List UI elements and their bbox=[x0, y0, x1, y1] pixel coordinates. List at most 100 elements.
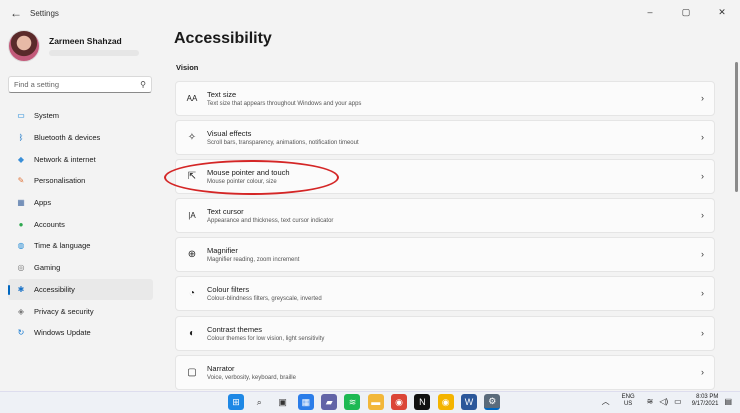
sidebar-item-windows-update[interactable]: ↻ Windows Update bbox=[8, 322, 153, 344]
back-arrow-icon[interactable]: ← bbox=[5, 2, 27, 24]
sidebar-item-bluetooth-devices[interactable]: ᛒ Bluetooth & devices bbox=[8, 127, 153, 149]
chevron-right-icon: › bbox=[701, 288, 704, 299]
region-code: US bbox=[623, 401, 633, 407]
sidebar-item-label: System bbox=[34, 111, 60, 121]
accessibility-icon: ✱ bbox=[17, 284, 25, 294]
setting-card-narrator[interactable]: ▢ Narrator Voice, verbosity, keyboard, bra… bbox=[175, 354, 715, 390]
user-profile[interactable]: Zarmeen Shahzad bbox=[8, 30, 139, 62]
sidebar-item-apps[interactable]: ▦ Apps bbox=[8, 192, 153, 214]
chrome-canary-icon[interactable]: ◉ bbox=[437, 394, 454, 410]
notification-icon[interactable]: ▤ bbox=[724, 397, 732, 406]
controller-icon: ◎ bbox=[17, 263, 25, 273]
start-icon[interactable]: ⊞ bbox=[228, 394, 244, 410]
card-title: Contrast themes bbox=[207, 324, 263, 334]
card-subtitle: Colour-blindness filters, greyscale, inv… bbox=[207, 296, 322, 303]
netflix-icon[interactable]: N bbox=[414, 394, 431, 410]
wifi-icon[interactable]: ≋ bbox=[647, 397, 654, 406]
sidebar-item-label: Personalisation bbox=[34, 176, 86, 186]
setting-card-visual-effects[interactable]: ✧ Visual effects Scroll bars, transparency… bbox=[175, 120, 715, 156]
close-icon[interactable]: ✕ bbox=[704, 0, 740, 24]
search-input[interactable] bbox=[14, 80, 141, 89]
sidebar-item-accessibility[interactable]: ✱ Accessibility bbox=[8, 278, 153, 301]
sidebar-item-time-language[interactable]: ◍ Time & language bbox=[8, 235, 153, 257]
sidebar-item-accounts[interactable]: ● Accounts bbox=[8, 213, 153, 235]
spotify-icon[interactable]: ≋ bbox=[344, 394, 361, 410]
clock[interactable]: 8:03 PM 9/17/2021 bbox=[692, 394, 719, 408]
chevron-up-icon[interactable]: ︿ bbox=[602, 396, 610, 407]
taskbar: ⊞ ⌕ ▣ ▦ ▰ ≋ ▬ ◉ N ◉ W ⚙ ︿ ENG US ≋ ◁) ▭ 8:03 PM 9/1… bbox=[0, 391, 740, 413]
setting-card-colour-filters[interactable]: ◔ Colour filters Colour-blindness filters,… bbox=[175, 276, 715, 312]
card-subtitle: Appearance and thickness, text cursor in… bbox=[207, 218, 334, 225]
chrome-icon[interactable]: ◉ bbox=[391, 394, 408, 410]
narrator-icon: ▢ bbox=[187, 366, 197, 378]
sidebar-item-privacy-security[interactable]: ◈ Privacy & security bbox=[8, 300, 153, 322]
setting-card-contrast-themes[interactable]: ◐ Contrast themes Colour themes for low vi… bbox=[175, 315, 715, 351]
language-code: ENG bbox=[621, 394, 635, 400]
avatar bbox=[8, 30, 40, 62]
sidebar-item-label: Network & internet bbox=[34, 154, 96, 164]
sidebar-item-label: Privacy & security bbox=[34, 306, 94, 316]
search-box[interactable]: ⚲ bbox=[8, 76, 152, 93]
update-icon: ↻ bbox=[17, 328, 25, 338]
chevron-right-icon: › bbox=[701, 132, 704, 143]
chevron-right-icon: › bbox=[701, 210, 704, 221]
card-subtitle: Voice, verbosity, keyboard, braille bbox=[207, 374, 296, 381]
setting-card-mouse-pointer-and-touch[interactable]: ⇱ Mouse pointer and touch Mouse pointer co… bbox=[175, 159, 715, 195]
card-title: Narrator bbox=[207, 363, 235, 373]
maximize-icon[interactable]: ▢ bbox=[668, 0, 704, 24]
mouse-pointer-icon: ⇱ bbox=[187, 171, 197, 183]
chevron-right-icon: › bbox=[701, 366, 704, 377]
colour-filter-icon: ◔ bbox=[188, 288, 196, 300]
sidebar-item-label: Windows Update bbox=[34, 328, 91, 338]
sidebar-item-gaming[interactable]: ◎ Gaming bbox=[8, 257, 153, 279]
chevron-right-icon: › bbox=[701, 327, 704, 338]
magnifier-icon: ⊕ bbox=[187, 249, 197, 261]
task-view-icon[interactable]: ▣ bbox=[275, 394, 291, 410]
window-controls: – ▢ ✕ bbox=[632, 0, 740, 24]
battery-icon[interactable]: ▭ bbox=[674, 397, 682, 406]
minimize-icon[interactable]: – bbox=[632, 0, 668, 24]
section-heading: Vision bbox=[176, 63, 199, 72]
settings-icon[interactable]: ⚙ bbox=[484, 394, 501, 410]
card-subtitle: Scroll bars, transparency, animations, n… bbox=[207, 140, 359, 147]
sidebar-item-label: Time & language bbox=[34, 241, 91, 251]
chevron-right-icon: › bbox=[701, 93, 704, 103]
sidebar-item-network-internet[interactable]: ◆ Network & internet bbox=[8, 148, 153, 170]
card-title: Text size bbox=[207, 90, 237, 99]
volume-icon[interactable]: ◁) bbox=[659, 397, 668, 406]
word-icon[interactable]: W bbox=[460, 394, 477, 410]
widgets-icon[interactable]: ▦ bbox=[297, 394, 314, 410]
card-subtitle: Magnifier reading, zoom increment bbox=[207, 257, 300, 264]
time-text: 8:03 PM bbox=[696, 394, 719, 400]
setting-card-text-cursor[interactable]: |A Text cursor Appearance and thickness, t… bbox=[175, 198, 715, 234]
card-title: Magnifier bbox=[207, 246, 238, 256]
wifi-icon: ◆ bbox=[17, 154, 25, 164]
search-icon[interactable]: ⚲ bbox=[140, 80, 146, 89]
text-size-icon: AA bbox=[186, 94, 198, 103]
page-title: Accessibility bbox=[174, 30, 272, 47]
sidebar-item-system[interactable]: ▭ System bbox=[8, 105, 153, 127]
sidebar-item-label: Accessibility bbox=[34, 284, 75, 294]
date-text: 9/17/2021 bbox=[691, 401, 719, 407]
sidebar-item-label: Gaming bbox=[34, 263, 61, 273]
setting-card-text-size[interactable]: AA Text size Text size that appears throug… bbox=[175, 81, 715, 116]
sidebar-item-label: Accounts bbox=[34, 219, 65, 229]
card-title: Text cursor bbox=[207, 207, 244, 217]
language-indicator[interactable]: ENG US bbox=[622, 394, 635, 408]
title-bar: ← Settings – ▢ ✕ bbox=[0, 0, 740, 26]
monitor-icon: ▭ bbox=[17, 111, 25, 121]
card-title: Colour filters bbox=[207, 285, 250, 295]
chevron-right-icon: › bbox=[701, 249, 704, 260]
setting-card-magnifier[interactable]: ⊕ Magnifier Magnifier reading, zoom increm… bbox=[175, 237, 715, 273]
taskbar-apps: ⊞ ⌕ ▣ ▦ ▰ ≋ ▬ ◉ N ◉ W ⚙ bbox=[228, 394, 508, 410]
profile-name: Zarmeen Shahzad bbox=[49, 36, 122, 46]
sidebar-item-personalisation[interactable]: ✎ Personalisation bbox=[8, 170, 153, 192]
file-explorer-icon[interactable]: ▬ bbox=[367, 394, 384, 410]
scrollbar[interactable] bbox=[735, 62, 738, 192]
profile-email-redacted bbox=[49, 50, 139, 56]
search-icon[interactable]: ⌕ bbox=[251, 394, 267, 410]
app-title: Settings bbox=[30, 8, 59, 18]
text-cursor-icon: |A bbox=[188, 211, 196, 221]
chat-icon[interactable]: ▰ bbox=[321, 394, 338, 410]
sidebar-nav: ▭ System ᛒ Bluetooth & devices ◆ Network & in… bbox=[8, 105, 153, 344]
